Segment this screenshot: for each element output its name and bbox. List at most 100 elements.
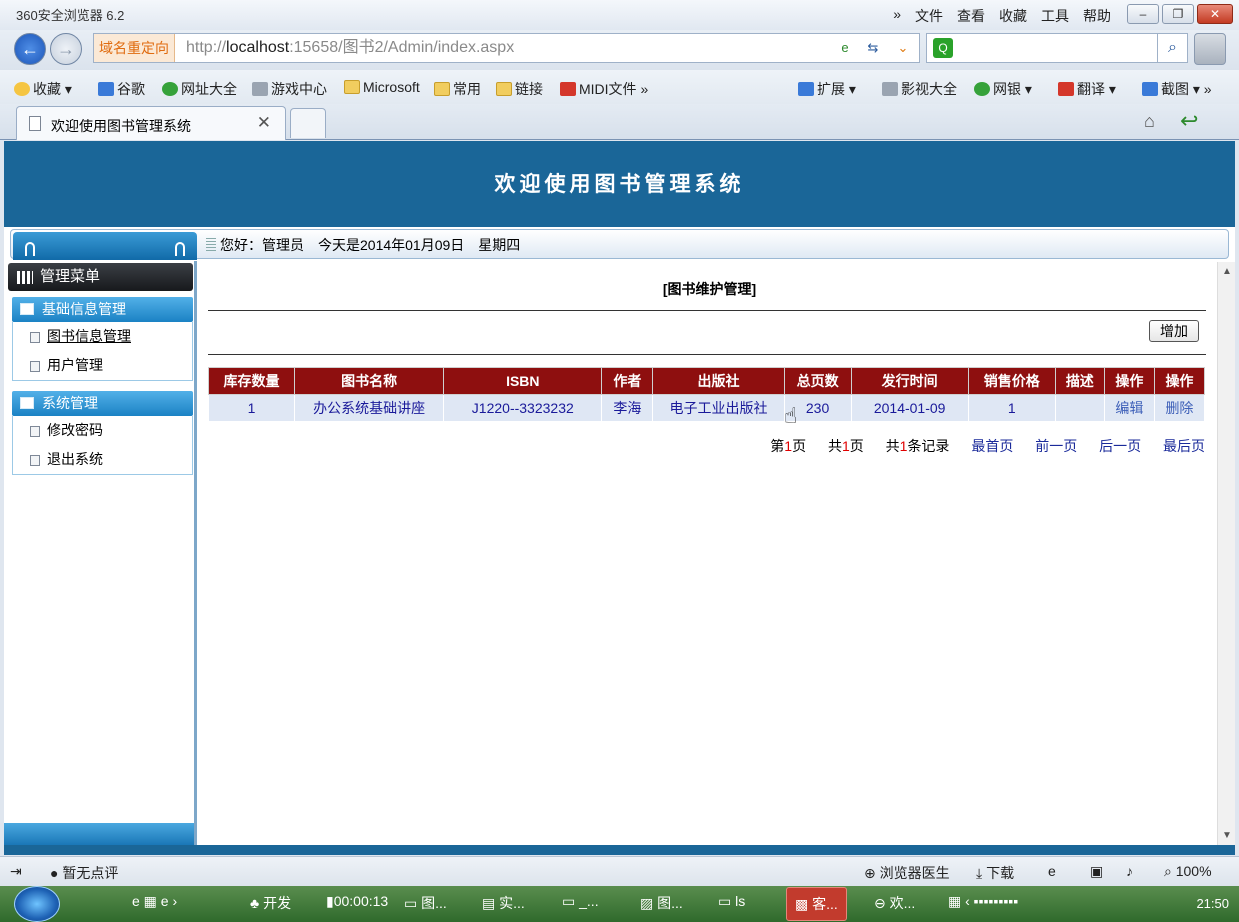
minimize-button[interactable]: ‒	[1127, 4, 1159, 24]
fav-bank[interactable]: 网银 ▾	[974, 79, 1032, 99]
page-icon	[30, 361, 40, 372]
fav-google[interactable]: 谷歌	[98, 79, 145, 99]
cell-name: 办公系统基础讲座	[294, 394, 445, 422]
ie-mode-icon[interactable]: e	[834, 38, 856, 58]
sidebar-toggle-icon[interactable]: ⇥	[10, 863, 22, 880]
undo-arrow-icon[interactable]: ↩	[1180, 108, 1198, 134]
fav-screenshot[interactable]: 截图 ▾ »	[1142, 79, 1212, 99]
taskbar-item-folder-2[interactable]: ▭ _...	[562, 893, 599, 910]
sidebar-item-change-password[interactable]: 修改密码	[13, 416, 192, 445]
col-stock: 库存数量	[207, 367, 296, 395]
tab-bar: 欢迎使用图书管理系统 ✕ ⌂ ↩	[0, 104, 1239, 140]
col-date: 发行时间	[850, 367, 969, 395]
menu-favorites[interactable]: 收藏	[999, 6, 1027, 26]
taskbar-item-dev[interactable]: ♣ 开发	[250, 893, 291, 913]
taskbar-item-browser[interactable]: ⊖ 欢...	[874, 893, 915, 913]
taskbar-item-ls[interactable]: ▭ ls	[718, 893, 745, 910]
zoom-control[interactable]: ⌕ 100%	[1164, 863, 1212, 880]
fav-game-center[interactable]: 游戏中心	[252, 79, 327, 99]
url-text[interactable]: http://localhost:15658/图书2/Admin/index.a…	[186, 34, 514, 62]
divider	[208, 354, 1206, 355]
search-input[interactable]: Q ⌕	[926, 33, 1188, 63]
close-button[interactable]: ✕	[1197, 4, 1233, 24]
domain-redirect-tag[interactable]: 域名重定向	[94, 34, 175, 62]
edit-link[interactable]: 编辑	[1103, 394, 1155, 422]
sidebar-item-book-info[interactable]: 图书信息管理	[13, 322, 192, 351]
favorites-button[interactable]: 收藏 ▾	[14, 79, 72, 99]
search-icon[interactable]: ⌕	[1157, 34, 1187, 62]
download-button[interactable]: ⤓ 下载	[976, 863, 1014, 883]
back-button[interactable]: ←	[14, 33, 46, 65]
start-button[interactable]	[14, 886, 60, 922]
menu-view[interactable]: 查看	[957, 6, 985, 26]
delete-link[interactable]: 删除	[1153, 394, 1206, 422]
user-avatar[interactable]	[1194, 33, 1226, 65]
menu-more[interactable]: »	[893, 6, 901, 26]
comment-status[interactable]: ● 暂无点评	[50, 863, 118, 883]
taskbar-item-image[interactable]: ▨ 图...	[640, 893, 683, 913]
page-icon	[30, 455, 40, 466]
volume-icon[interactable]: ♪	[1126, 863, 1133, 879]
refresh-icon[interactable]: ⇆	[862, 38, 884, 58]
window-controls: ‒ ❐ ✕	[1127, 4, 1233, 24]
sidebar-item-logout[interactable]: 退出系统	[13, 445, 192, 474]
browser-doctor[interactable]: ⊕ 浏览器医生	[864, 863, 950, 883]
hook-icon	[175, 242, 185, 256]
fav-links[interactable]: 链接	[496, 79, 543, 99]
forward-button[interactable]: →	[50, 33, 82, 65]
browser-title-bar: 360安全浏览器 6.2 » 文件 查看 收藏 工具 帮助 ‒ ❐ ✕	[0, 0, 1239, 30]
fav-translate[interactable]: 翻译 ▾	[1058, 79, 1116, 99]
hand-cursor-icon: ☝	[784, 403, 798, 428]
scroll-up-icon[interactable]: ▲	[1222, 266, 1232, 277]
first-page-link[interactable]: 最首页	[971, 438, 1013, 454]
window-icon[interactable]: ▣	[1090, 863, 1103, 880]
fav-site-nav[interactable]: 网址大全	[162, 79, 237, 99]
prev-page-link[interactable]: 前一页	[1035, 438, 1077, 454]
add-button[interactable]: 增加	[1149, 320, 1199, 342]
extensions-icon	[798, 82, 814, 96]
taskbar-item-doc[interactable]: ▤ 实...	[482, 893, 525, 913]
book-icon	[20, 303, 34, 315]
menu-help[interactable]: 帮助	[1083, 6, 1111, 26]
vertical-scrollbar[interactable]: ▲ ▼	[1217, 262, 1235, 845]
group-system[interactable]: 系统管理	[12, 391, 193, 416]
fav-midi[interactable]: MIDI文件 »	[560, 79, 648, 99]
main-content: [图书维护管理] 增加 库存数量 图书名称 ISBN 作者 出版社 总页数 发行…	[200, 261, 1219, 845]
new-tab-button[interactable]	[290, 108, 326, 138]
tab-current[interactable]: 欢迎使用图书管理系统 ✕	[16, 106, 286, 140]
cell-date: 2014-01-09	[850, 394, 969, 422]
home-icon[interactable]: ⌂	[1144, 111, 1155, 132]
maximize-button[interactable]: ❐	[1162, 4, 1194, 24]
taskbar-item-folder-1[interactable]: ▭ 图...	[404, 893, 447, 913]
fav-video[interactable]: 影视大全	[882, 79, 957, 99]
url-field[interactable]: 域名重定向 http://localhost:15658/图书2/Admin/i…	[93, 33, 920, 63]
fav-extensions[interactable]: 扩展 ▾	[798, 79, 856, 99]
sidebar-item-users[interactable]: 用户管理	[13, 351, 192, 380]
date-text: 今天是2014年01月09日	[318, 237, 465, 253]
greeting: 您好：管理员	[220, 237, 304, 253]
menu-tools[interactable]: 工具	[1041, 6, 1069, 26]
ie-icon[interactable]: e	[1048, 863, 1056, 879]
scroll-down-icon[interactable]: ▼	[1222, 830, 1232, 841]
fav-common[interactable]: 常用	[434, 79, 481, 99]
close-tab-icon[interactable]: ✕	[257, 113, 271, 133]
folder-icon	[344, 80, 360, 94]
table-header-row: 库存数量 图书名称 ISBN 作者 出版社 总页数 发行时间 销售价格 描述 操…	[207, 367, 1206, 395]
address-bar: ← → 域名重定向 http://localhost:15658/图书2/Adm…	[0, 30, 1239, 70]
group-basic-info[interactable]: 基础信息管理	[12, 297, 193, 322]
fav-microsoft[interactable]: Microsoft	[344, 79, 420, 95]
pagination: 第1页 共1页 共1条记录 最首页 前一页 后一页 最后页	[770, 436, 1205, 456]
taskbar-item-client[interactable]: ▩ 客...	[786, 887, 847, 921]
last-page-link[interactable]: 最后页	[1163, 438, 1205, 454]
tray-icons[interactable]: ▦ ‹ ▪▪▪▪▪▪▪▪▪	[948, 893, 1018, 910]
quicklaunch-icons[interactable]: e ▦ e ›	[132, 893, 177, 910]
divider	[208, 310, 1206, 311]
taskbar-item-recorder[interactable]: ▮00:00:13	[326, 893, 388, 910]
search-engine-icon[interactable]: Q	[933, 38, 953, 58]
favorites-bar: 收藏 ▾ 谷歌 网址大全 游戏中心 Microsoft 常用 链接 MIDI文件…	[0, 70, 1239, 104]
info-bar: 您好：管理员 今天是2014年01月09日 星期四	[10, 229, 1229, 260]
menu-file[interactable]: 文件	[915, 6, 943, 26]
next-page-link[interactable]: 后一页	[1099, 438, 1141, 454]
dropdown-icon[interactable]: ⌄	[892, 38, 914, 58]
col-delete: 操作	[1153, 367, 1206, 395]
